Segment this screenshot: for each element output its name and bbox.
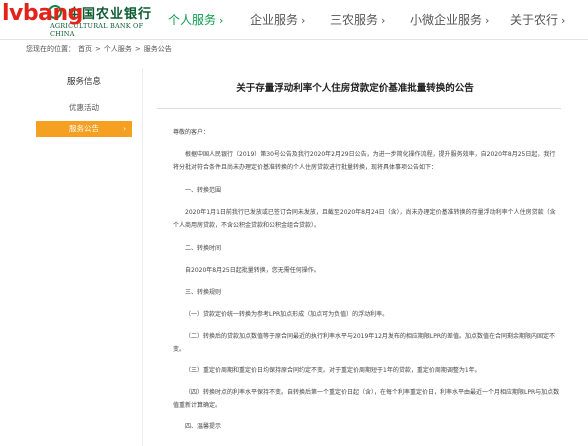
article-title: 关于存量浮动利率个人住房贷款定价基准批量转换的公告 [236, 83, 474, 94]
breadcrumb-sep: > [134, 45, 141, 53]
breadcrumb: 您现在的位置： 首页 > 个人服务 > 服务公告 [26, 44, 175, 54]
article-heading: 四、温馨提示 [185, 423, 222, 430]
article-heading: 三、转换规则 [185, 289, 222, 296]
chevron-right-icon: › [561, 14, 566, 27]
article-paragraph: （二）转换后的贷款加点数值等于原合同最近的执行利率水平与2019年12月发布的相… [173, 333, 556, 353]
article-heading: 二、转换时间 [185, 245, 222, 252]
article-paragraph: 2020年1月1日前我行已发放或已签订合同未发放，且截至2020年8月24日（含… [173, 209, 556, 229]
main-nav: 个人服务 › 企业服务 › 三农服务 › 小微企业服务 › 关于农行 › [168, 0, 588, 40]
title-divider [157, 108, 561, 109]
chevron-right-icon: › [301, 14, 306, 27]
chevron-right-icon: › [485, 14, 490, 27]
article-paragraph: （三）重定价周期和重定价日均保持原合同约定不变。对于重定价周期短于1年的贷款，重… [185, 367, 481, 374]
sidebar: 服务信息 优惠活动 服务公告 › [36, 72, 132, 137]
chevron-right-icon: › [381, 14, 386, 27]
sidebar-item-promotions[interactable]: 优惠活动 [36, 100, 132, 116]
nav-item-corporate[interactable]: 企业服务 › [250, 0, 330, 40]
watermark-text: lvbang [2, 1, 83, 26]
sidebar-title: 服务信息 [66, 77, 101, 87]
bank-logo[interactable]: 中国农业银行 AGRICULTURAL BANK OF CHINA lvbang [0, 0, 165, 40]
nav-item-personal[interactable]: 个人服务 › [168, 0, 250, 40]
breadcrumb-sep: > [95, 45, 101, 53]
article-paragraph: 根据中国人民银行（2019）第30号公告及我行2020年2月29日公告，为进一步… [173, 151, 556, 171]
article-paragraph: 自2020年8月25日起批量转换，您无需任何操作。 [185, 267, 320, 274]
breadcrumb-home[interactable]: 首页 [78, 45, 92, 53]
article-greeting: 尊敬的客户： [173, 129, 210, 136]
sidebar-item-announcements[interactable]: 服务公告 › [36, 121, 132, 137]
chevron-right-icon: › [123, 125, 126, 133]
article-heading: 一、转换范围 [185, 187, 222, 194]
nav-item-rural[interactable]: 三农服务 › [330, 0, 410, 40]
nav-item-smb[interactable]: 小微企业服务 › [410, 0, 510, 40]
article-paragraph: （一）贷款定价统一转换为参考LPR加点形成（加点可为负值）的浮动利率。 [185, 311, 389, 318]
article-content: 关于存量浮动利率个人住房贷款定价基准批量转换的公告 尊敬的客户： 根据中国人民银… [142, 68, 588, 446]
breadcrumb-prefix: 您现在的位置： [26, 45, 75, 53]
nav-item-about[interactable]: 关于农行 › [510, 0, 588, 40]
site-header: 中国农业银行 AGRICULTURAL BANK OF CHINA lvbang… [0, 0, 588, 40]
breadcrumb-personal[interactable]: 个人服务 [104, 45, 132, 53]
article-paragraph: （四）转换时点的利率水平保持不变。自转换后第一个重定价日起（含），在每个利率重定… [173, 389, 560, 409]
chevron-right-icon: › [219, 14, 224, 27]
breadcrumb-current[interactable]: 服务公告 [144, 45, 172, 53]
